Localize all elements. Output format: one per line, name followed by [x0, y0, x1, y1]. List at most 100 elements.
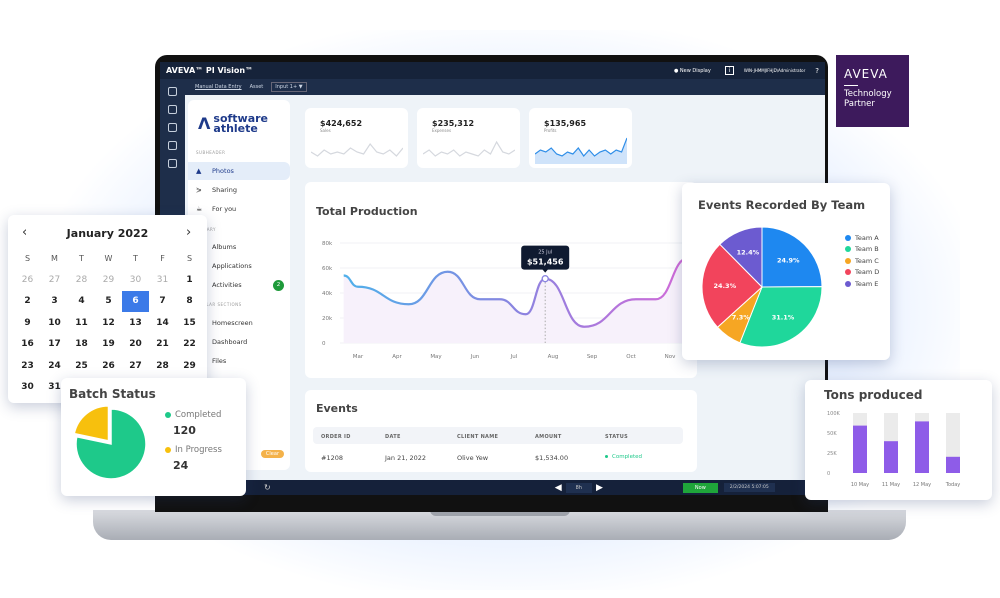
calendar-day[interactable]: 30	[122, 269, 149, 291]
kpi-sparkline	[311, 142, 403, 157]
calendar-day[interactable]: 22	[176, 334, 203, 356]
bar-today[interactable]	[946, 456, 960, 473]
timestamp[interactable]: 2/2/2024 5:07:05	[723, 483, 775, 492]
legend-item[interactable]: Team E	[845, 278, 879, 290]
tooltip-value: $51,456	[527, 258, 564, 267]
calendar-day[interactable]: 27	[41, 269, 68, 291]
tooltip-date: 25 Jul	[538, 250, 552, 256]
sidebar-item-label: Activities	[212, 281, 242, 289]
calendar-day[interactable]: 18	[68, 334, 95, 356]
calendar-day[interactable]: 26	[95, 355, 122, 377]
asset-select[interactable]: Input 1+ ▼	[271, 82, 307, 92]
calendar-day[interactable]: 7	[149, 291, 176, 313]
rail-display-icon[interactable]	[168, 105, 177, 114]
sidebar-item-sharing[interactable]: ⋟ Sharing	[188, 181, 290, 199]
rail-filter-icon[interactable]	[168, 141, 177, 150]
events-card: Events ORDER ID DATE CLIENT NAME AMOUNT STAT…	[305, 390, 697, 472]
y-tick-label: 0	[827, 471, 830, 477]
calendar-day[interactable]: 29	[95, 269, 122, 291]
calendar-day[interactable]: 26	[14, 269, 41, 291]
calendar-day[interactable]: 28	[149, 355, 176, 377]
legend-item[interactable]: Team A	[845, 232, 879, 244]
calendar-day[interactable]: 20	[122, 334, 149, 356]
calendar-day[interactable]: 11	[68, 312, 95, 334]
weekday-label: F	[160, 253, 165, 263]
x-tick-label: Nov	[665, 354, 676, 360]
x-tick-label: May	[430, 354, 442, 360]
help-icon[interactable]: ?	[815, 67, 819, 75]
subheader: SUBHEADER	[196, 150, 226, 155]
in-progress-label: In Progress	[175, 445, 222, 456]
calendar-day[interactable]: 2	[14, 291, 41, 313]
calendar-day[interactable]: 27	[122, 355, 149, 377]
calendar-day[interactable]: 17	[41, 334, 68, 356]
kpi-card-sales: $424,652 Sales	[305, 108, 408, 168]
calendar-day[interactable]: 6	[122, 290, 149, 313]
prev-time-button[interactable]: ◀	[555, 483, 562, 493]
pie-data-label: 31.1%	[772, 314, 795, 322]
kpi-label: Sales	[320, 128, 331, 133]
weekday-label: T	[133, 253, 138, 263]
info-icon[interactable]: i	[724, 66, 734, 75]
calendar-day[interactable]: 16	[14, 334, 41, 356]
completed-label: Completed	[175, 409, 222, 420]
calendar-day[interactable]: 29	[176, 355, 203, 377]
column-header[interactable]: STATUS	[605, 434, 628, 440]
bar-10-may[interactable]	[853, 425, 867, 473]
legend-item[interactable]: Team C	[845, 255, 879, 267]
next-month-button[interactable]: ›	[186, 225, 191, 240]
kpi-card-profits: $135,965 Profits	[529, 108, 632, 168]
events-by-team-card: Events Recorded By Team 24.9% 31.1% 7.3% 24…	[682, 183, 890, 360]
manual-data-entry-link[interactable]: Manual Data Entry	[195, 84, 242, 90]
column-header[interactable]: DATE	[385, 434, 401, 440]
calendar-day[interactable]: 31	[149, 269, 176, 291]
calendar-day[interactable]: 12	[95, 312, 122, 334]
new-display-button[interactable]: ● New Display	[674, 68, 711, 74]
calendar-day[interactable]: 5	[95, 291, 122, 313]
weekday-label: W	[104, 253, 113, 263]
sidebar-item-label: Albums	[212, 243, 237, 251]
bar-12-may[interactable]	[915, 421, 929, 473]
x-tick-label: 10 May	[851, 482, 869, 488]
pie-slice-in-progress[interactable]	[73, 405, 110, 442]
y-tick-label: 0	[322, 341, 326, 347]
sidebar-item-photos[interactable]: ▲ Photos	[188, 162, 290, 180]
calendar-day[interactable]: 4	[68, 291, 95, 313]
column-header[interactable]: ORDER ID	[321, 434, 351, 440]
time-range[interactable]: 8h	[565, 482, 592, 493]
aveva-partner-badge: AVEVA Technology Partner	[836, 55, 909, 127]
calendar-day[interactable]: 19	[95, 334, 122, 356]
calendar-day[interactable]: 25	[68, 355, 95, 377]
calendar-day[interactable]: 1	[176, 269, 203, 291]
legend-item[interactable]: Team B	[845, 244, 879, 256]
rail-data-icon[interactable]	[168, 159, 177, 168]
clear-badge[interactable]: Clear	[260, 450, 284, 458]
calendar-day[interactable]: 8	[176, 291, 203, 313]
refresh-icon[interactable]: ↻	[264, 483, 271, 492]
calendar-day[interactable]: 9	[14, 312, 41, 334]
calendar-day[interactable]: 13	[122, 312, 149, 334]
calendar-day[interactable]: 24	[41, 355, 68, 377]
sidebar-icon: ☕	[196, 205, 203, 213]
next-time-button[interactable]: ▶	[596, 483, 603, 493]
rail-home-icon[interactable]	[168, 87, 177, 96]
calendar-day[interactable]: 15	[176, 312, 203, 334]
legend-item[interactable]: Team D	[845, 267, 879, 279]
calendar-day[interactable]: 21	[149, 334, 176, 356]
rail-asset-icon[interactable]	[168, 123, 177, 132]
calendar-day[interactable]: 14	[149, 312, 176, 334]
bar-11-may[interactable]	[884, 441, 898, 473]
column-header[interactable]: AMOUNT	[535, 434, 562, 440]
calendar-day[interactable]: 10	[41, 312, 68, 334]
user-name[interactable]: WIN-JHMMJIFHJD\Administrator	[744, 68, 805, 73]
calendar-day[interactable]: 23	[14, 355, 41, 377]
table-cell: $1,534.00	[535, 454, 569, 462]
tooltip-arrow	[542, 269, 549, 273]
x-tick-label: Today	[945, 482, 961, 488]
now-button[interactable]: Now	[682, 482, 718, 493]
column-header[interactable]: CLIENT NAME	[457, 434, 498, 440]
calendar-day[interactable]: 3	[41, 291, 68, 313]
calendar-day[interactable]: 28	[68, 269, 95, 291]
data-point[interactable]	[541, 275, 549, 283]
calendar-day[interactable]: 30	[14, 377, 41, 399]
